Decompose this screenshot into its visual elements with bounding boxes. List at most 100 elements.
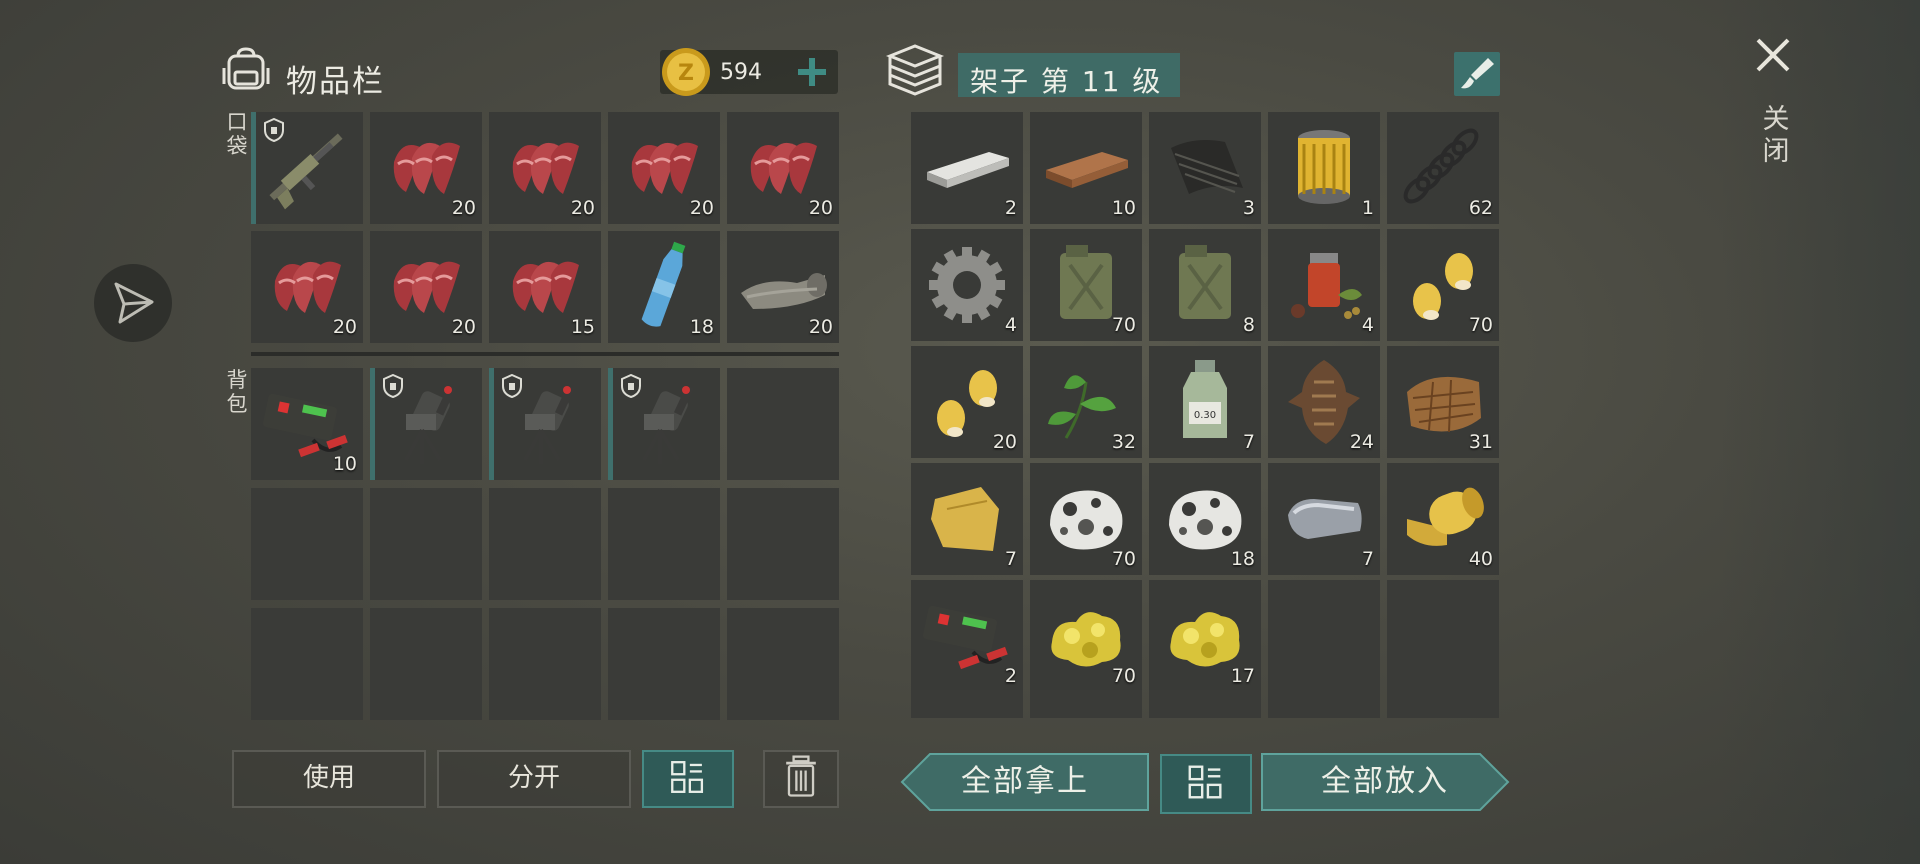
gear-icon [929,247,1005,323]
paint-brush-button[interactable] [1454,52,1500,96]
item-count: 20 [808,316,833,338]
item-slot[interactable]: 8 [1149,229,1261,341]
item-slot[interactable]: 18 [1149,463,1261,575]
spices-icon [1291,253,1362,319]
item-slot[interactable] [370,368,482,480]
empty-slot[interactable] [1268,690,1380,718]
item-slot[interactable]: 2 [911,580,1023,692]
item-slot[interactable]: 2 [911,112,1023,224]
empty-slot[interactable] [727,488,839,600]
item-slot[interactable]: 0.30 7 [1149,346,1261,458]
item-slot[interactable] [608,368,720,480]
item-slot[interactable]: 20 [370,231,482,343]
empty-slot[interactable] [727,368,839,480]
coin-count: 594 [720,60,762,85]
item-count: 10 [332,453,357,475]
item-count: 70 [1111,665,1136,687]
sort-shelf-button[interactable] [1160,754,1252,814]
empty-slot[interactable] [251,488,363,600]
item-slot[interactable]: 32 [1030,346,1142,458]
car-battery-icon [922,605,1008,670]
split-button[interactable]: 分开 [437,750,631,808]
yellow-cloth-icon [931,487,999,551]
send-icon [114,282,154,324]
item-slot[interactable]: 1 [1268,112,1380,224]
item-count: 32 [1111,431,1136,453]
send-button[interactable] [94,264,172,342]
empty-slot[interactable] [911,690,1023,718]
item-slot[interactable] [489,368,601,480]
take-all-label: 全部拿上 [961,764,1089,799]
item-slot[interactable]: 4 [911,229,1023,341]
item-slot[interactable]: 62 [1387,112,1499,224]
item-slot[interactable]: 18 [608,231,720,343]
empty-slot[interactable] [370,488,482,600]
add-coins-button[interactable] [792,50,832,94]
empty-slot[interactable] [1387,690,1499,718]
item-slot[interactable]: 31 [1387,346,1499,458]
item-slot[interactable]: 20 [251,231,363,343]
item-count: 40 [1468,548,1493,570]
item-slot[interactable]: 70 [1030,463,1142,575]
svg-text:Z: Z [678,61,694,86]
item-slot[interactable]: 7 [911,463,1023,575]
item-slot[interactable]: 24 [1268,346,1380,458]
take-all-button[interactable]: 全部拿上 [900,752,1150,812]
use-button[interactable]: 使用 [232,750,426,808]
metal-bar-icon [927,152,1009,188]
shelf-title: 架子 第 11 级 [970,65,1163,98]
close-label[interactable]: 关闭 [1756,104,1796,168]
item-count: 3 [1242,197,1255,219]
empty-slot[interactable] [1387,580,1499,692]
item-slot[interactable]: 17 [1149,580,1261,692]
empty-slot[interactable] [608,488,720,600]
put-all-button[interactable]: 全部放入 [1260,752,1510,812]
backpack-section-label: 背包 [226,368,248,416]
item-slot[interactable]: 7 [1268,463,1380,575]
item-count: 4 [1004,314,1017,336]
item-slot[interactable]: 20 [370,112,482,224]
section-divider [251,352,839,356]
item-slot[interactable]: 70 [1030,580,1142,692]
item-slot[interactable]: 4 [1268,229,1380,341]
empty-slot[interactable] [251,608,363,720]
item-slot[interactable]: 3 [1149,112,1261,224]
empty-slot[interactable] [489,608,601,720]
backpack-icon [222,47,270,90]
lock-shield-icon [621,374,641,398]
item-slot[interactable] [251,112,363,224]
item-count: 1 [1361,197,1374,219]
item-slot[interactable]: 20 [489,112,601,224]
item-count: 18 [689,316,714,338]
put-all-label: 全部放入 [1321,764,1449,799]
item-count: 18 [1230,548,1255,570]
item-slot[interactable]: 70 [1387,229,1499,341]
brush-icon [1461,58,1494,89]
item-slot[interactable]: 20 [727,112,839,224]
item-slot[interactable]: 10 [251,368,363,480]
empty-slot[interactable] [1149,690,1261,718]
item-slot[interactable]: 20 [727,231,839,343]
item-slot[interactable]: 20 [911,346,1023,458]
item-count: 10 [1111,197,1136,219]
grid-sort-icon [671,761,704,793]
trash-button[interactable] [763,750,839,808]
svg-text:0.30: 0.30 [1194,410,1216,421]
empty-slot[interactable] [489,488,601,600]
close-icon[interactable] [1752,34,1794,76]
empty-slot[interactable] [370,608,482,720]
item-count: 20 [451,197,476,219]
item-slot[interactable]: 70 [1030,229,1142,341]
item-slot[interactable]: 10 [1030,112,1142,224]
empty-slot[interactable] [608,608,720,720]
empty-slot[interactable] [727,608,839,720]
sort-inventory-button[interactable] [642,750,734,808]
empty-slot[interactable] [1268,580,1380,692]
inventory-title: 物品栏 [286,64,385,100]
empty-slot[interactable] [1030,690,1142,718]
item-slot[interactable]: 15 [489,231,601,343]
item-slot[interactable]: 40 [1387,463,1499,575]
item-slot[interactable]: 20 [608,112,720,224]
item-count: 20 [570,197,595,219]
jerry-can-icon [1179,245,1231,319]
